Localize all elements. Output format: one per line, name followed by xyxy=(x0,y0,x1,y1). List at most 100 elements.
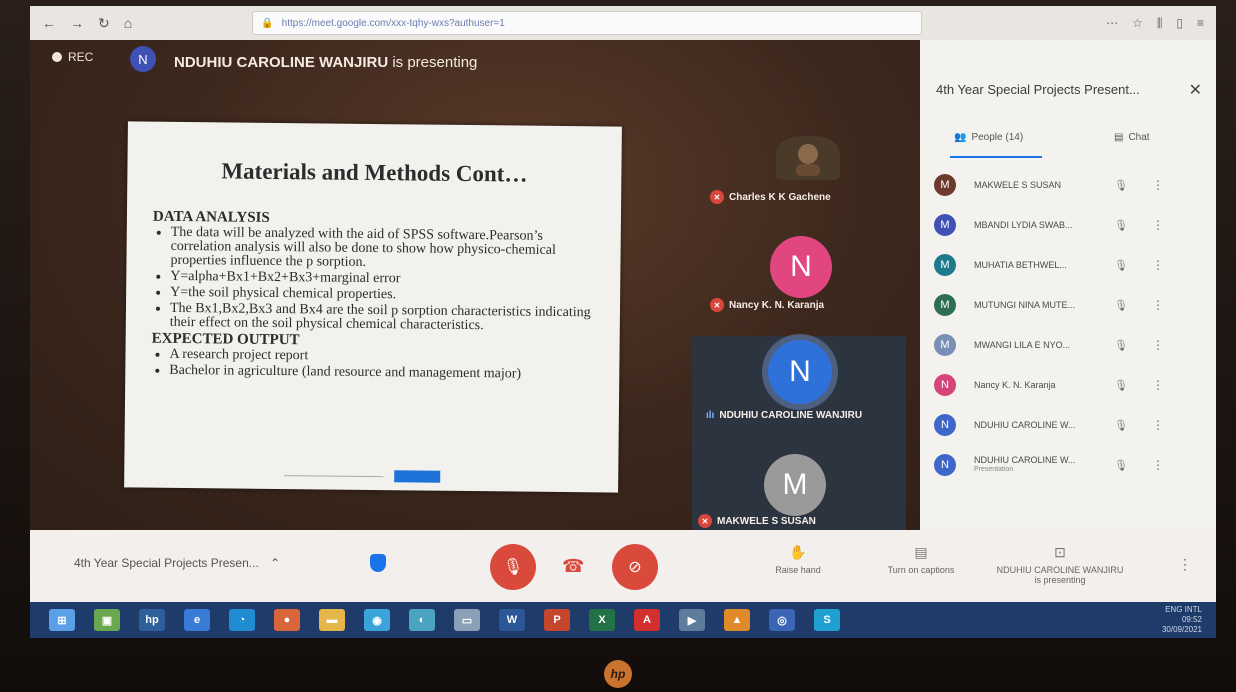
forward-icon[interactable]: → xyxy=(70,15,84,32)
participant-name: NDUHIU CAROLINE W... xyxy=(974,455,1076,465)
mic-off-icon: 🎙 xyxy=(1114,339,1128,352)
mic-off-icon: ✕ xyxy=(698,514,712,528)
firefox-icon[interactable]: ● xyxy=(274,609,300,631)
participant-avatar: N xyxy=(934,414,956,436)
presenting-suffix: is presenting xyxy=(392,54,478,71)
tab-chat[interactable]: ▤ Chat xyxy=(1114,132,1150,143)
document-icon[interactable]: ▭ xyxy=(454,609,480,631)
participant-avatar: M xyxy=(934,294,956,316)
menu-icon[interactable]: ≡ xyxy=(1197,16,1204,31)
slide-overlay-button[interactable] xyxy=(394,470,441,483)
participant-avatar: M xyxy=(934,254,956,276)
mic-toggle-button[interactable]: 🎙 xyxy=(490,544,536,590)
language-indicator: ENG INTL xyxy=(1165,605,1202,614)
vlc-icon[interactable]: ▲ xyxy=(724,609,750,631)
home-icon[interactable]: ⌂ xyxy=(124,15,132,32)
presenting-banner: NDUHIU CAROLINE WANJIRU is presenting xyxy=(174,54,477,71)
tile-label-nancy: ✕ Nancy K. N. Karanja xyxy=(710,298,824,312)
address-bar[interactable]: 🔒 https://meet.google.com/xxx-tqhy-wxs?a… xyxy=(252,11,923,35)
slide-bullet: Bachelor in agriculture (land resource a… xyxy=(169,363,601,383)
participant-row[interactable]: N NDUHIU CAROLINE W... Presentation 🎙 ⋮ xyxy=(934,452,1190,478)
meeting-details-button[interactable]: 4th Year Special Projects Presen... ⌃ xyxy=(74,556,280,570)
slide-body: DATA ANALYSIS The data will be analyzed … xyxy=(151,209,603,385)
tile-name: NDUHIU CAROLINE WANJIRU xyxy=(719,410,863,421)
participant-row[interactable]: M MAKWELE S SUSAN 🎙 ⋮ xyxy=(934,172,1190,198)
word-icon[interactable]: W xyxy=(499,609,525,631)
clock-time: 09:52 xyxy=(1181,615,1202,624)
meeting-controls: 4th Year Special Projects Presen... ⌃ 🎙 … xyxy=(30,530,1216,602)
page-actions-icon[interactable]: ⋯ xyxy=(1106,16,1118,31)
meeting-name: 4th Year Special Projects Presen... xyxy=(74,556,259,570)
record-dot-icon xyxy=(52,52,62,62)
slide-bullet: The data will be analyzed with the aid o… xyxy=(170,225,602,273)
mic-off-icon: 🎙 xyxy=(1114,219,1128,232)
sidebar-icon[interactable]: ▯ xyxy=(1176,16,1183,31)
tile-name: MAKWELE S SUSAN xyxy=(717,515,816,527)
more-options-icon[interactable]: ⋮ xyxy=(1152,298,1164,312)
more-options-icon[interactable]: ⋮ xyxy=(1178,556,1192,573)
participant-avatar: M xyxy=(934,214,956,236)
presenting-button[interactable]: ⊡ NDUHIU CAROLINE WANJIRU is presenting xyxy=(990,544,1130,585)
eye-icon[interactable]: ◎ xyxy=(769,609,795,631)
recording-indicator: REC xyxy=(52,50,93,64)
chat-icon: ▤ xyxy=(1114,132,1124,143)
more-options-icon[interactable]: ⋮ xyxy=(1152,418,1164,432)
more-options-icon[interactable]: ⋮ xyxy=(1152,338,1164,352)
more-options-icon[interactable]: ⋮ xyxy=(1152,258,1164,272)
participant-row[interactable]: N NDUHIU CAROLINE W... 🎙 ⋮ xyxy=(934,412,1190,438)
participant-avatar: N xyxy=(770,236,832,298)
expected-output-list: A research project report Bachelor in ag… xyxy=(151,347,601,383)
slide-title: Materials and Methods Cont… xyxy=(221,158,528,187)
camera-toggle-button[interactable]: ⊘ xyxy=(612,544,658,590)
shield-icon[interactable] xyxy=(370,554,386,572)
media-icon[interactable]: ▶ xyxy=(679,609,705,631)
edge-icon[interactable]: ◔ xyxy=(229,609,255,631)
slide-bullet: The Bx1,Bx2,Bx3 and Bx4 are the soil p s… xyxy=(170,301,602,335)
captions-button[interactable]: ▤ Turn on captions xyxy=(876,544,966,575)
browser-app-icon[interactable]: ◐ xyxy=(409,609,435,631)
reload-icon[interactable]: ↻ xyxy=(98,15,110,32)
pdf-icon[interactable]: A xyxy=(634,609,660,631)
excel-icon[interactable]: X xyxy=(589,609,615,631)
participant-row[interactable]: M MUTUNGI NINA MUTE... 🎙 ⋮ xyxy=(934,292,1190,318)
tab-people-label: People (14) xyxy=(971,132,1024,143)
tab-people[interactable]: 👥 People (14) xyxy=(954,132,1023,143)
powerpoint-icon[interactable]: P xyxy=(544,609,570,631)
participant-row[interactable]: N Nancy K. N. Karanja 🎙 ⋮ xyxy=(934,372,1190,398)
app-icon[interactable]: ▣ xyxy=(94,609,120,631)
chrome-icon[interactable]: ◉ xyxy=(364,609,390,631)
camera-off-icon: ⊘ xyxy=(628,559,642,576)
raise-hand-button[interactable]: ✋ Raise hand xyxy=(768,544,828,575)
participant-row[interactable]: M MWANGI LILA E NYO... 🎙 ⋮ xyxy=(934,332,1190,358)
windows-taskbar: ⊞ ▣ hp e ◔ ● ▬ ◉ ◐ ▭ W P X A ▶ ▲ ◎ S ENG… xyxy=(30,602,1216,638)
back-icon[interactable]: ← xyxy=(42,15,56,32)
skype-icon[interactable]: S xyxy=(814,609,840,631)
start-icon[interactable]: ⊞ xyxy=(49,609,75,631)
ie-icon[interactable]: e xyxy=(184,609,210,631)
participant-name-block: MUTUNGI NINA MUTE... xyxy=(974,300,1094,310)
folder-icon[interactable]: ▬ xyxy=(319,609,345,631)
bookmark-star-icon[interactable]: ☆ xyxy=(1132,16,1143,31)
browser-nav: ← → ↻ ⌂ xyxy=(30,15,132,32)
hangup-icon[interactable]: ☎ xyxy=(562,556,584,577)
chevron-up-icon: ⌃ xyxy=(270,556,281,570)
more-options-icon[interactable]: ⋮ xyxy=(1152,378,1164,392)
library-icon[interactable]: ⫼ xyxy=(1157,16,1163,31)
system-tray[interactable]: ENG INTL 09:52 30/09/2021 xyxy=(1162,605,1202,635)
participant-name: MUTUNGI NINA MUTE... xyxy=(974,300,1075,310)
participant-name: MAKWELE S SUSAN xyxy=(974,180,1062,190)
hp-app-icon[interactable]: hp xyxy=(139,609,165,631)
participant-row[interactable]: M MUHATIA BETHWEL... 🎙 ⋮ xyxy=(934,252,1190,278)
panel-title: 4th Year Special Projects Present... xyxy=(936,82,1140,97)
people-panel: 4th Year Special Projects Present... ✕ 👥… xyxy=(920,40,1216,530)
more-options-icon[interactable]: ⋮ xyxy=(1152,218,1164,232)
more-options-icon[interactable]: ⋮ xyxy=(1152,178,1164,192)
hp-logo: hp xyxy=(604,660,632,688)
close-icon[interactable]: ✕ xyxy=(1189,80,1202,100)
rec-label: REC xyxy=(68,50,94,64)
mic-off-icon: 🎙 xyxy=(1114,459,1128,472)
participant-row[interactable]: M MBANDI LYDIA SWAB... 🎙 ⋮ xyxy=(934,212,1190,238)
mic-off-icon: 🎙 xyxy=(502,559,524,576)
meeting-stage: REC N NDUHIU CAROLINE WANJIRU is present… xyxy=(30,40,920,530)
more-options-icon[interactable]: ⋮ xyxy=(1152,458,1164,472)
